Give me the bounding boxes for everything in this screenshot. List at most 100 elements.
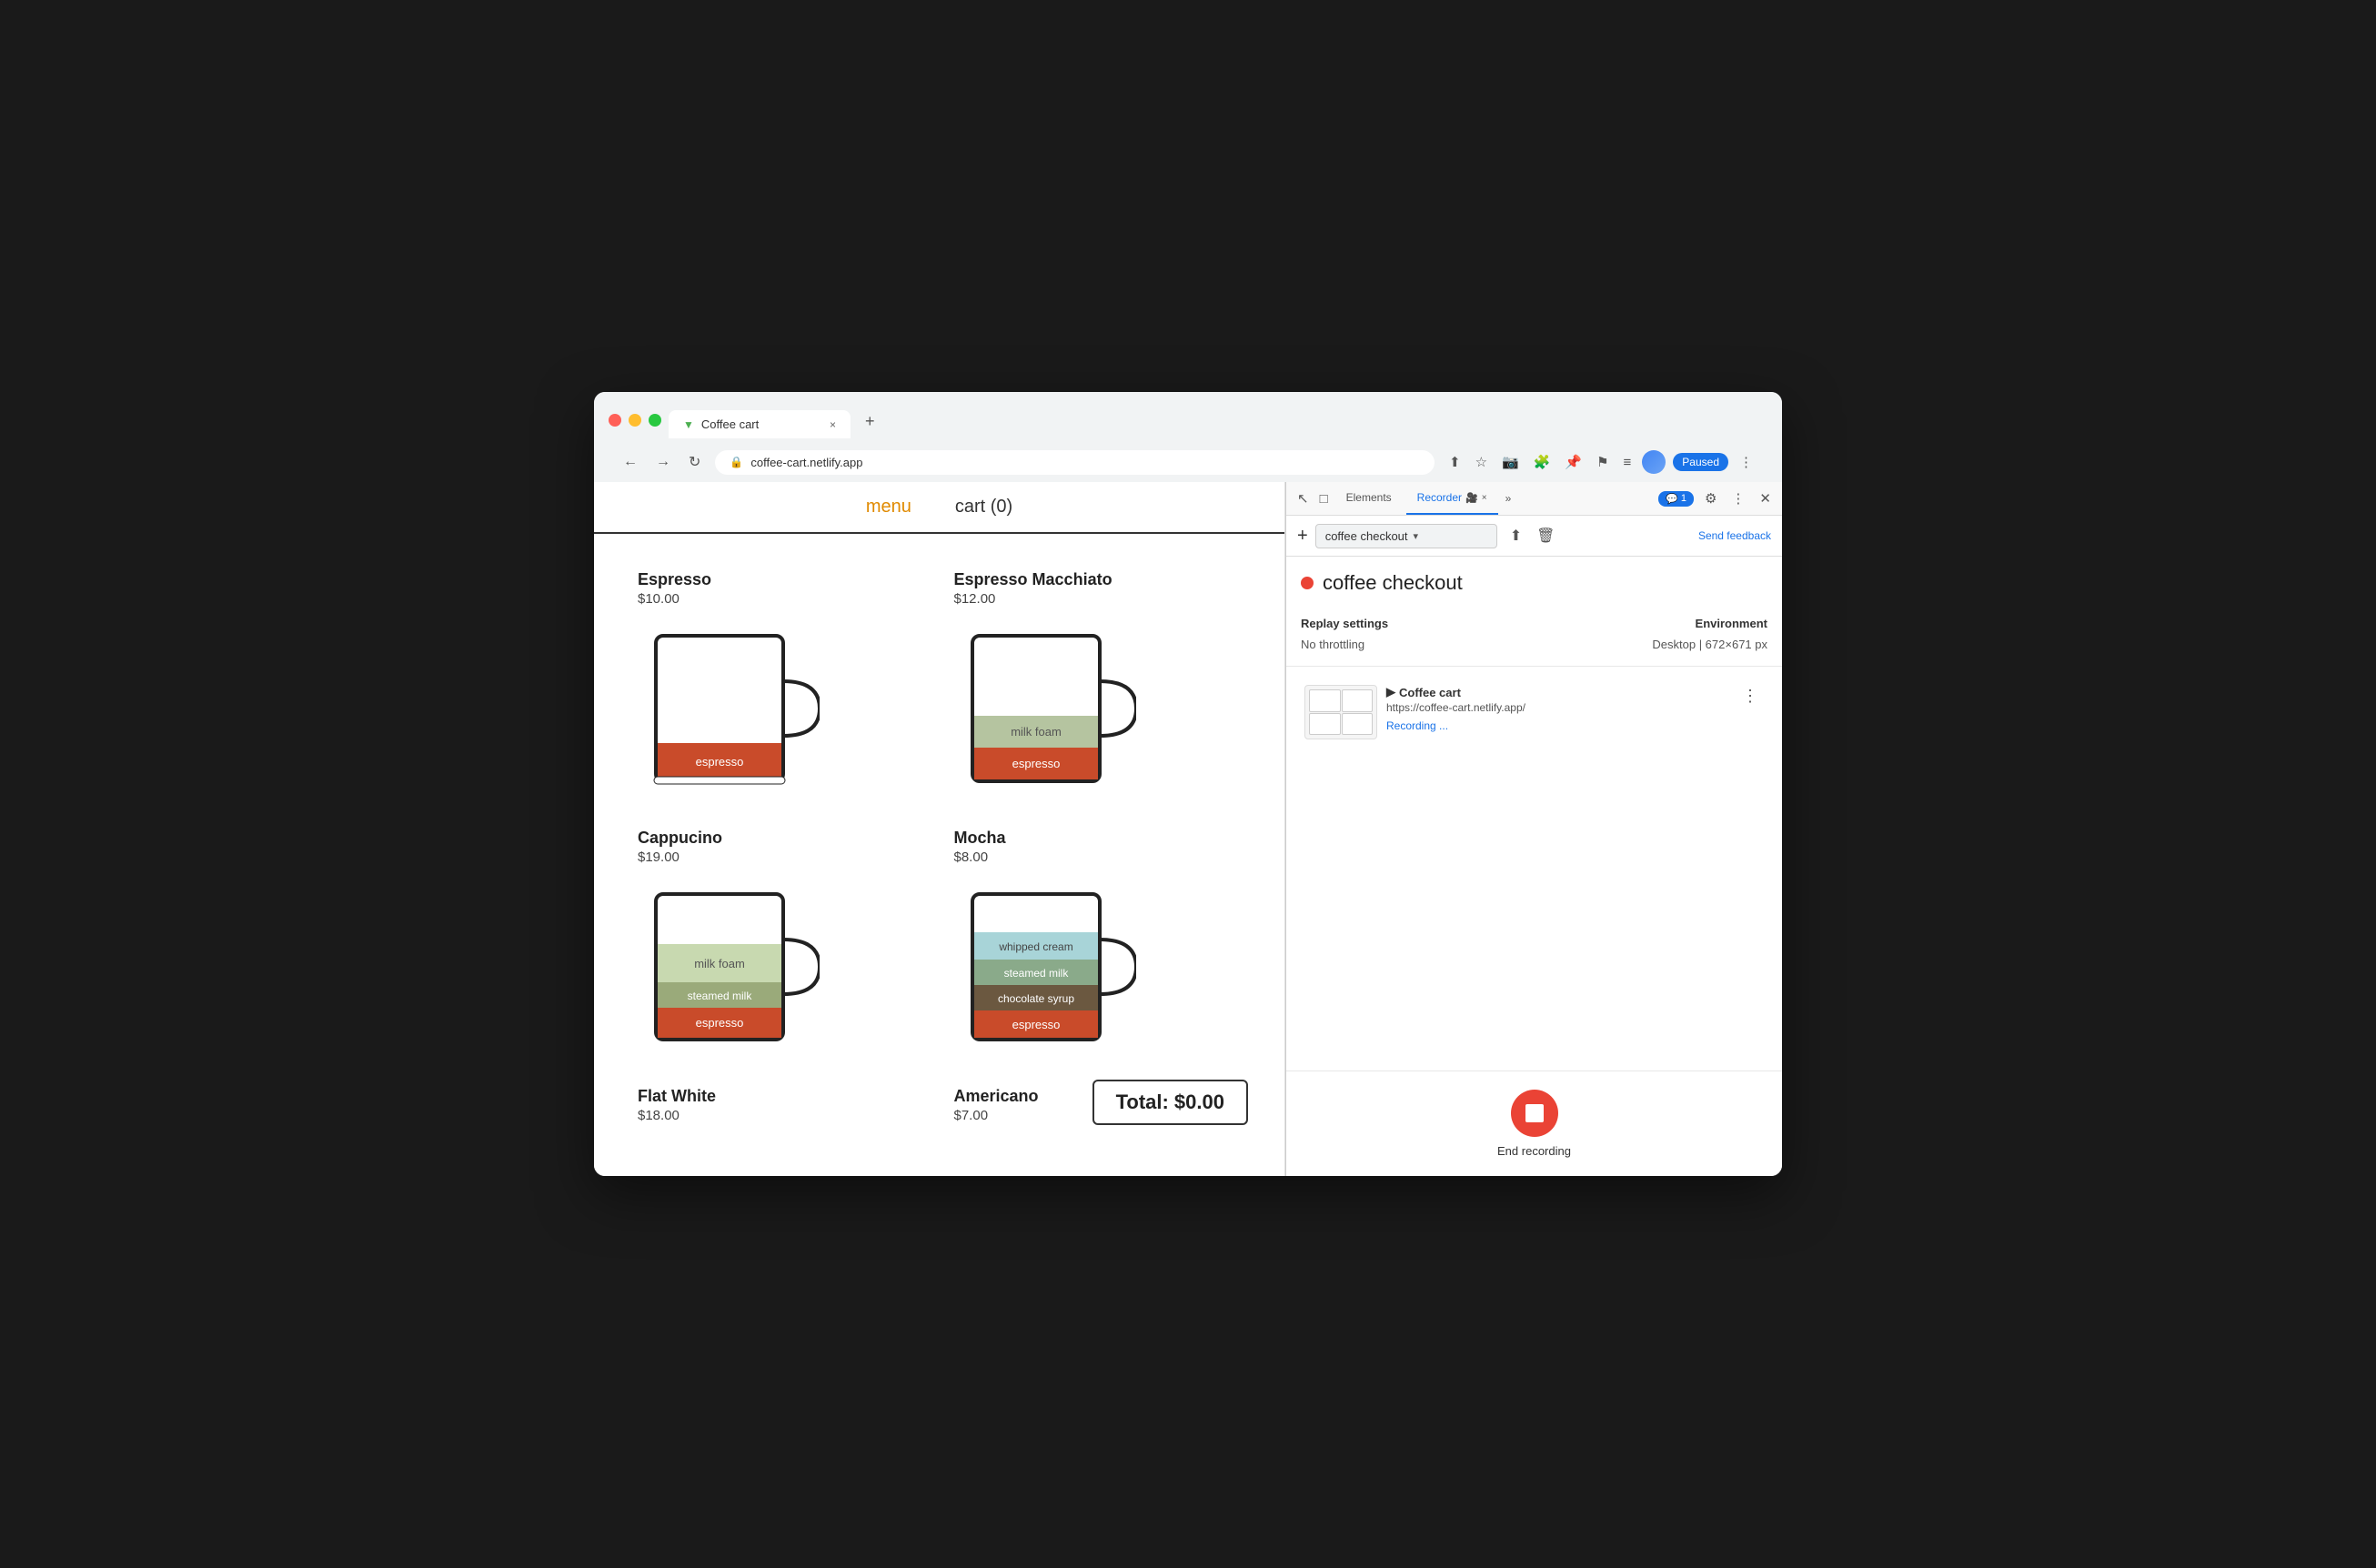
site-name-text: Coffee cart — [1399, 686, 1461, 699]
devtools-more-tabs-btn[interactable]: » — [1505, 492, 1512, 505]
flag-btn[interactable]: ⚑ — [1593, 450, 1612, 474]
mug-cappucino[interactable]: milk foam steamed milk espresso — [638, 876, 820, 1058]
share-btn[interactable]: ⬆ — [1445, 450, 1465, 474]
environment-label: Environment — [1538, 617, 1768, 630]
devtools-cursor-btn[interactable]: ↖ — [1294, 487, 1313, 510]
devtools-chat-icon: 💬 — [1666, 493, 1678, 505]
recorder-toolbar: + coffee checkout ▾ ⬆ 🗑 Send feedback — [1286, 516, 1782, 557]
recorder-tab-label: Recorder — [1417, 491, 1462, 504]
chrome-tabs-row: ▼ Coffee cart × + — [669, 405, 886, 438]
coffee-name-macchiato: Espresso Macchiato — [954, 570, 1112, 589]
recording-list: ▶ Coffee cart https://coffee-cart.netlif… — [1286, 667, 1782, 1070]
coffee-name-cappucino: Cappucino — [638, 829, 722, 848]
coffee-item-flat-white: Flat White $18.00 — [623, 1072, 940, 1149]
total-label: Total: $0.00 — [1116, 1091, 1224, 1113]
tab-close-btn[interactable]: × — [830, 418, 836, 431]
chrome-more-btn[interactable]: ⋮ — [1736, 450, 1757, 474]
star-btn[interactable]: ☆ — [1472, 450, 1491, 474]
recording-thumbnail — [1304, 685, 1377, 739]
mug-espresso[interactable]: espresso — [638, 618, 820, 799]
coffee-grid: Espresso $10.00 espresso — [594, 534, 1284, 1171]
end-recording-section: End recording — [1286, 1070, 1782, 1176]
address-lock-icon: 🔒 — [730, 456, 743, 468]
devtools-chat-count: 1 — [1681, 493, 1686, 504]
coffee-price-espresso: $10.00 — [638, 591, 680, 607]
devtools-more-btn[interactable]: ⋮ — [1727, 487, 1748, 510]
recorder-record-icon: 🎥 — [1465, 492, 1478, 504]
coffee-item-americano: Americano $7.00 Total: $0.00 — [940, 1072, 1256, 1149]
nav-back-btn[interactable]: ← — [619, 450, 641, 474]
list-btn[interactable]: ≡ — [1620, 451, 1636, 474]
avatar[interactable] — [1642, 450, 1666, 474]
traffic-light-red[interactable] — [609, 414, 621, 427]
extension-btn[interactable]: 🧩 — [1530, 450, 1555, 474]
replay-settings-label: Replay settings — [1301, 617, 1531, 630]
svg-text:chocolate syrup: chocolate syrup — [997, 992, 1073, 1005]
recording-site-name[interactable]: ▶ Coffee cart — [1386, 685, 1727, 699]
recorder-add-btn[interactable]: + — [1297, 526, 1308, 547]
coffee-price-mocha: $8.00 — [954, 849, 989, 865]
svg-text:espresso: espresso — [696, 755, 744, 769]
devtools-panel: ↖ □ Elements Recorder 🎥 × » 💬 1 ⚙ ⋮ ✕ — [1285, 482, 1782, 1176]
nav-menu-link[interactable]: menu — [866, 497, 911, 518]
address-bar[interactable]: 🔒 coffee-cart.netlify.app — [715, 450, 1435, 475]
recording-status[interactable]: Recording ... — [1386, 719, 1727, 732]
svg-text:whipped cream: whipped cream — [998, 940, 1072, 953]
total-badge: Total: $0.00 — [1092, 1080, 1248, 1125]
recording-url: https://coffee-cart.netlify.app/ — [1386, 701, 1727, 714]
chrome-tab-active[interactable]: ▼ Coffee cart × — [669, 410, 851, 438]
coffee-item-mocha: Mocha $8.00 whipped cream steamed milk — [940, 814, 1256, 1072]
recorder-name-dropdown[interactable]: coffee checkout ▾ — [1315, 524, 1497, 548]
recording-more-options-btn[interactable]: ⋮ — [1737, 685, 1764, 708]
devtools-tab-elements[interactable]: Elements — [1335, 482, 1403, 515]
nav-reload-btn[interactable]: ↻ — [685, 449, 704, 475]
replay-settings-section: Replay settings Environment No throttlin… — [1286, 602, 1782, 667]
coffee-price-flat-white: $18.00 — [638, 1108, 680, 1123]
coffee-name-espresso: Espresso — [638, 570, 711, 589]
svg-text:espresso: espresso — [1012, 1018, 1060, 1031]
coffee-price-americano: $7.00 — [954, 1108, 989, 1123]
devtools-settings-btn[interactable]: ⚙ — [1701, 487, 1720, 510]
new-tab-btn[interactable]: + — [854, 405, 886, 438]
recording-entry: ▶ Coffee cart https://coffee-cart.netlif… — [1297, 678, 1771, 747]
paused-badge[interactable]: Paused — [1673, 453, 1728, 471]
stop-icon — [1525, 1104, 1544, 1122]
end-recording-label: End recording — [1497, 1144, 1571, 1158]
devtools-mobile-btn[interactable]: □ — [1316, 487, 1332, 510]
traffic-lights — [609, 414, 661, 427]
coffee-price-macchiato: $12.00 — [954, 591, 996, 607]
nav-forward-btn[interactable]: → — [652, 450, 674, 474]
coffee-name-flat-white: Flat White — [638, 1087, 716, 1106]
screenshot-btn[interactable]: 📷 — [1498, 450, 1523, 474]
nav-cart-link[interactable]: cart (0) — [955, 497, 1012, 518]
tab-title: Coffee cart — [701, 417, 759, 431]
end-recording-btn[interactable] — [1511, 1090, 1558, 1137]
address-text: coffee-cart.netlify.app — [750, 456, 862, 469]
chevron-right-icon: ▶ — [1386, 685, 1395, 699]
coffee-price-cappucino: $19.00 — [638, 849, 680, 865]
traffic-light-yellow[interactable] — [629, 414, 641, 427]
devtools-close-btn[interactable]: ✕ — [1756, 487, 1775, 510]
send-feedback-link[interactable]: Send feedback — [1698, 529, 1771, 542]
coffee-item-espresso: Espresso $10.00 espresso — [623, 556, 940, 814]
coffee-name-mocha: Mocha — [954, 829, 1006, 848]
puzzle-btn[interactable]: 📌 — [1561, 450, 1586, 474]
recorder-action-btns: ⬆ 🗑 — [1505, 523, 1561, 548]
recorder-export-btn[interactable]: ⬆ — [1505, 523, 1527, 548]
recorder-name-text: coffee checkout — [1325, 529, 1408, 543]
coffee-item-cappucino: Cappucino $19.00 milk foam steamed milk — [623, 814, 940, 1072]
mug-mocha[interactable]: whipped cream steamed milk chocolate syr… — [954, 876, 1136, 1058]
devtools-tabs-bar: ↖ □ Elements Recorder 🎥 × » 💬 1 ⚙ ⋮ ✕ — [1286, 482, 1782, 516]
traffic-light-green[interactable] — [649, 414, 661, 427]
coffee-nav: menu cart (0) — [594, 482, 1284, 534]
recorder-delete-btn[interactable]: 🗑 — [1531, 523, 1560, 548]
devtools-chat-badge[interactable]: 💬 1 — [1658, 491, 1694, 507]
browser-content: menu cart (0) Espresso $10.00 — [594, 482, 1782, 1176]
mug-macchiato[interactable]: milk foam espresso — [954, 618, 1136, 799]
svg-text:espresso: espresso — [696, 1016, 744, 1030]
no-throttling-value: No throttling — [1301, 638, 1531, 651]
environment-value: Desktop | 672×671 px — [1538, 638, 1768, 651]
svg-text:espresso: espresso — [1012, 757, 1060, 770]
recorder-tab-close-btn[interactable]: × — [1482, 493, 1487, 503]
devtools-tab-recorder[interactable]: Recorder 🎥 × — [1406, 482, 1498, 515]
